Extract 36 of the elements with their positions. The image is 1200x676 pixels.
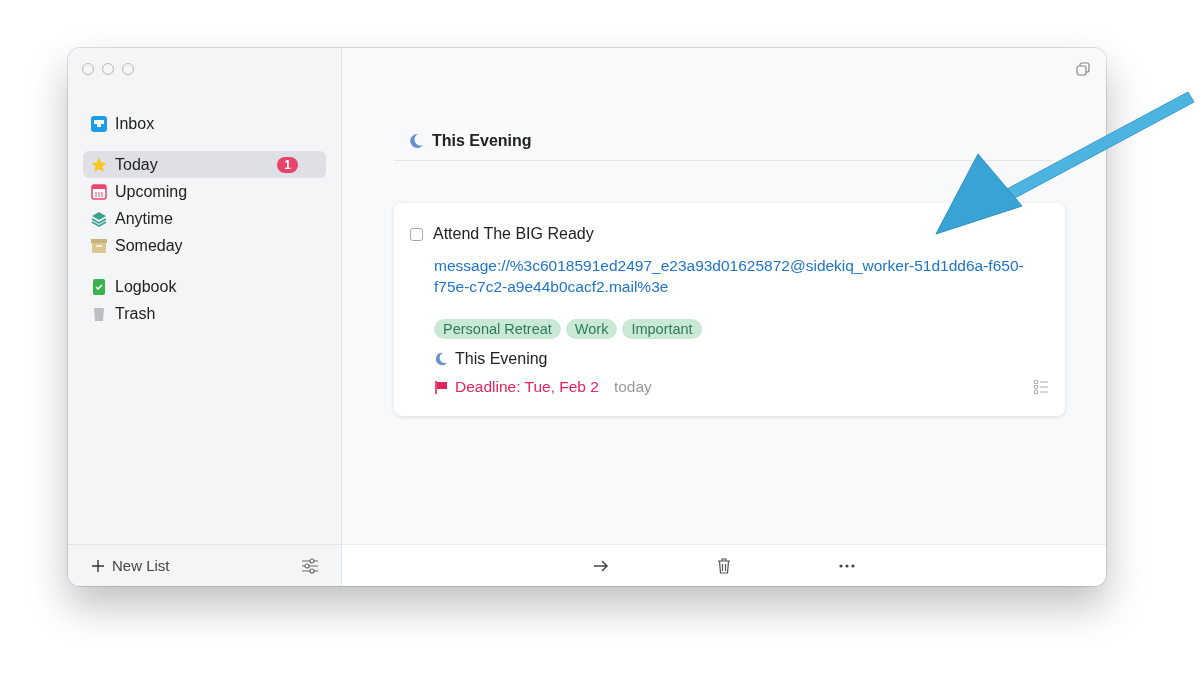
sidebar-item[interactable]: Trash [83, 300, 326, 327]
box-icon [91, 237, 107, 254]
section-heading: This Evening [432, 132, 532, 150]
sidebar-item[interactable]: Today 1 [83, 151, 326, 178]
tag[interactable]: Personal Retreat [434, 319, 561, 339]
flag-icon [434, 380, 448, 394]
trash-icon [91, 305, 107, 322]
sidebar-item[interactable]: Upcoming [83, 178, 326, 205]
deadline-label: Deadline: Tue, Feb 2 [455, 378, 599, 396]
tray-icon [91, 115, 107, 132]
tag[interactable]: Work [565, 319, 618, 339]
more-icon[interactable] [839, 563, 855, 568]
layers-icon [91, 210, 107, 227]
sliders-icon[interactable] [301, 557, 319, 574]
notes-link[interactable]: message://%3c6018591ed2497_e23a93d01625872@sidekiq_worker-51d1dd6a-f650-f75e-c7c2-a9e44b0cacf2.mail%3e [434, 255, 1034, 297]
sidebar-item[interactable]: Someday [83, 232, 326, 259]
when-label: This Evening [455, 350, 548, 368]
new-list-button[interactable]: New List [92, 557, 170, 574]
sidebar-item[interactable]: Anytime [83, 205, 326, 232]
moon-icon [434, 352, 448, 366]
count-badge: 1 [277, 156, 298, 173]
deadline-relative: today [613, 378, 653, 396]
task-checkbox[interactable] [410, 227, 423, 241]
checklist-icon[interactable] [1033, 379, 1049, 395]
plus-icon [92, 559, 104, 572]
sidebar-item[interactable]: Logbook [83, 273, 326, 300]
checked-book-icon [91, 278, 107, 295]
trash-icon[interactable] [717, 557, 731, 574]
sidebar-item[interactable]: Inbox [83, 110, 326, 137]
star-icon [91, 156, 107, 173]
moon-icon [408, 133, 424, 149]
calendar-icon [91, 183, 107, 200]
tag[interactable]: Important [622, 319, 702, 339]
duplicate-window-icon[interactable] [1076, 62, 1090, 76]
task-title: Attend The BIG Ready [433, 225, 594, 243]
move-arrow-icon[interactable] [593, 558, 609, 573]
